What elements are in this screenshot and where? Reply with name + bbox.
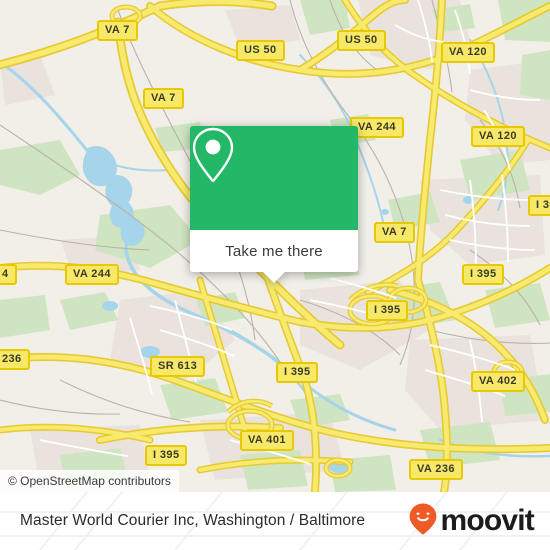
route-shield: VA 236 — [409, 459, 463, 480]
route-shield: US 50 — [337, 30, 386, 51]
place-title: Master World Courier Inc, Washington / B… — [20, 512, 366, 529]
route-shield: VA 402 — [471, 371, 525, 392]
map-canvas[interactable]: VA 7 US 50 US 50 VA 120 VA 7 VA 244 VA 120 I 39… — [0, 0, 550, 492]
popup-tail — [263, 272, 285, 283]
moovit-wordmark: moovit — [440, 504, 534, 537]
route-shield: VA 120 — [471, 126, 525, 147]
route-shield: VA 7 — [374, 222, 415, 243]
moovit-smiley-pin-icon — [408, 502, 438, 541]
moovit-map-screenshot: VA 7 US 50 US 50 VA 120 VA 7 VA 244 VA 120 I 39… — [0, 0, 550, 550]
route-shield: VA 7 — [143, 88, 184, 109]
route-shield: I 395 — [145, 445, 188, 466]
map-attribution[interactable]: © OpenStreetMap contributors — [0, 470, 179, 492]
popup-header — [190, 126, 358, 230]
route-shield: VA 244 — [65, 264, 119, 285]
moovit-logo[interactable]: moovit — [408, 502, 535, 541]
take-me-there-label: Take me there — [225, 242, 323, 260]
route-shield: VA 401 — [240, 430, 294, 451]
route-shield: US 50 — [236, 40, 285, 61]
route-shield: I 395 — [276, 362, 319, 383]
popup-footer[interactable]: Take me there — [190, 230, 358, 283]
route-shield: VA 7 — [97, 20, 138, 41]
route-shield: 4 — [0, 264, 17, 285]
footer-bar: Master World Courier Inc, Washington / B… — [0, 492, 550, 550]
route-shield: SR 613 — [150, 356, 206, 377]
route-shield: I 39 — [528, 195, 550, 216]
route-shield: 236 — [0, 349, 30, 370]
location-popup[interactable]: Take me there — [190, 126, 358, 283]
route-shield: VA 244 — [350, 117, 404, 138]
route-shield: VA 120 — [441, 42, 495, 63]
route-shield: I 395 — [462, 264, 505, 285]
route-shield: I 395 — [366, 300, 409, 321]
